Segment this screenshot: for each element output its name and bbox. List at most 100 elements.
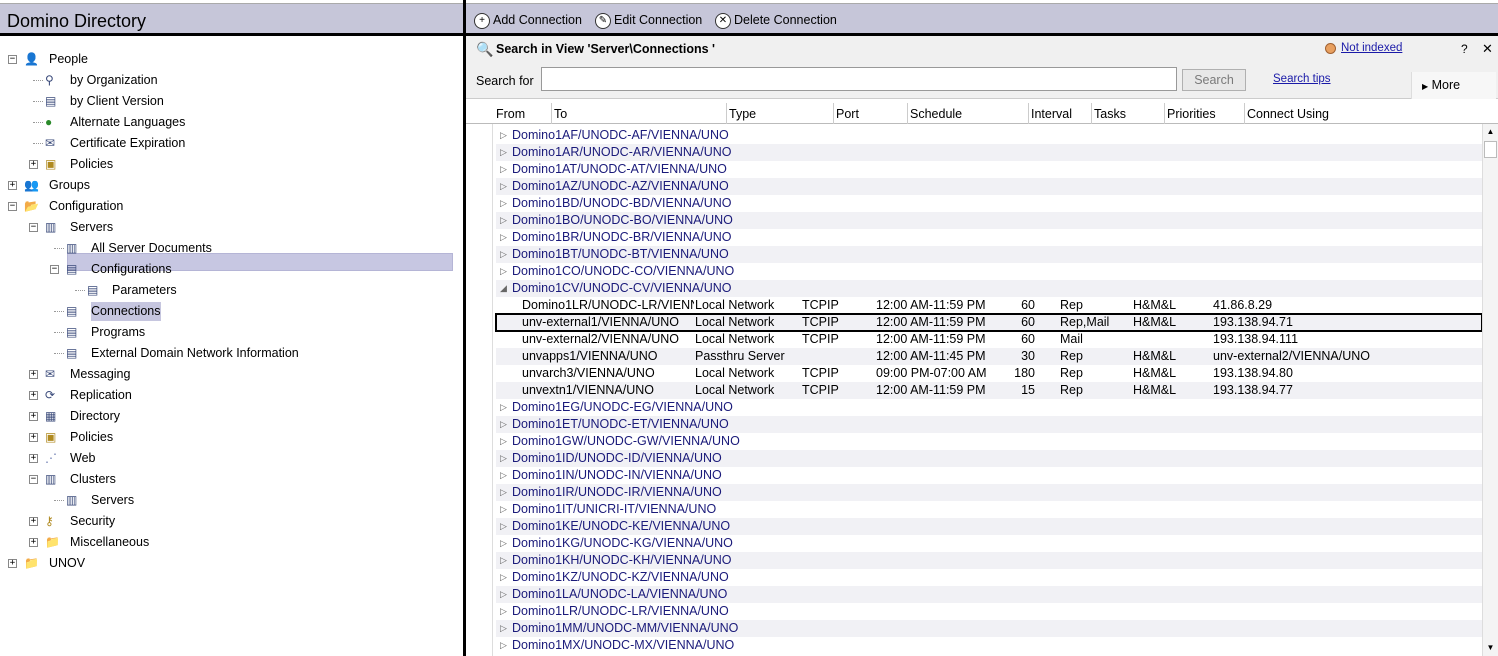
category-row[interactable]: ▷ Domino1GW/UNODC-GW/VIENNA/UNO xyxy=(496,433,1482,450)
close-search-button[interactable]: ✕ xyxy=(1482,41,1493,57)
expand-twistie-icon[interactable]: ▷ xyxy=(500,229,507,246)
expand-twistie-icon[interactable]: ▷ xyxy=(500,620,507,637)
not-indexed-link[interactable]: Not indexed xyxy=(1341,42,1402,54)
column-header-interval[interactable]: Interval xyxy=(1029,103,1092,124)
expand-icon[interactable]: + xyxy=(29,517,38,526)
expand-twistie-icon[interactable]: ▷ xyxy=(500,535,507,552)
expand-twistie-icon[interactable]: ▷ xyxy=(500,246,507,263)
expand-icon[interactable]: + xyxy=(8,559,17,568)
tree-item-people[interactable]: − 👤 People xyxy=(0,50,460,69)
category-row[interactable]: ▷ Domino1IR/UNODC-IR/VIENNA/UNO xyxy=(496,484,1482,501)
expand-twistie-icon[interactable]: ▷ xyxy=(500,637,507,654)
collapse-icon[interactable]: − xyxy=(8,202,17,211)
tree-item-groups[interactable]: + 👥 Groups xyxy=(0,176,460,195)
collapse-icon[interactable]: − xyxy=(29,223,38,232)
scroll-up-icon[interactable]: ▲ xyxy=(1483,124,1498,140)
collapse-twistie-icon[interactable]: ◢ xyxy=(500,280,507,297)
tree-item-external-domain[interactable]: ▤ External Domain Network Information xyxy=(0,344,460,363)
tree-item-connections[interactable]: ▤ Connections xyxy=(0,302,460,321)
help-button[interactable]: ? xyxy=(1461,42,1468,56)
table-row[interactable]: unvextn1/VIENNA/UNO Local Network TCPIP 12:… xyxy=(496,382,1482,399)
tree-item-web[interactable]: + ⋰ Web xyxy=(0,449,460,468)
expand-icon[interactable]: + xyxy=(29,433,38,442)
expand-twistie-icon[interactable]: ▷ xyxy=(500,195,507,212)
more-options-button[interactable]: ▶ More xyxy=(1411,72,1496,99)
category-row[interactable]: ▷ Domino1LA/UNODC-LA/VIENNA/UNO xyxy=(496,586,1482,603)
column-header-from[interactable]: From xyxy=(494,103,552,124)
search-tips-link[interactable]: Search tips xyxy=(1273,73,1331,85)
expand-twistie-icon[interactable]: ▷ xyxy=(500,603,507,620)
column-header-to[interactable]: To xyxy=(552,103,727,124)
tree-item-parameters[interactable]: ▤ Parameters xyxy=(0,281,460,300)
category-row[interactable]: ▷ Domino1ET/UNODC-ET/VIENNA/UNO xyxy=(496,416,1482,433)
tree-item-servers[interactable]: − ▥ Servers xyxy=(0,218,460,237)
category-row[interactable]: ▷ Domino1KG/UNODC-KG/VIENNA/UNO xyxy=(496,535,1482,552)
category-row[interactable]: ▷ Domino1BO/UNODC-BO/VIENNA/UNO xyxy=(496,212,1482,229)
expand-twistie-icon[interactable]: ▷ xyxy=(500,518,507,535)
table-row[interactable]: unvarch3/VIENNA/UNO Local Network TCPIP 09:… xyxy=(496,365,1482,382)
expand-twistie-icon[interactable]: ▷ xyxy=(500,433,507,450)
table-row[interactable]: Domino1LR/UNODC-LR/VIENNA/UNOLocal Netwo… xyxy=(496,297,1482,314)
expand-twistie-icon[interactable]: ▷ xyxy=(500,586,507,603)
tree-item-configuration[interactable]: − 📂 Configuration xyxy=(0,197,460,216)
category-row[interactable]: ▷ Domino1IN/UNODC-IN/VIENNA/UNO xyxy=(496,467,1482,484)
expand-twistie-icon[interactable]: ▷ xyxy=(500,178,507,195)
expand-twistie-icon[interactable]: ▷ xyxy=(500,416,507,433)
column-header-type[interactable]: Type xyxy=(727,103,834,124)
category-row[interactable]: ▷ Domino1ID/UNODC-ID/VIENNA/UNO xyxy=(496,450,1482,467)
expand-twistie-icon[interactable]: ▷ xyxy=(500,399,507,416)
tree-item-all-server-documents[interactable]: ▥ All Server Documents xyxy=(0,239,460,258)
tree-item-security[interactable]: + ⚷ Security xyxy=(0,512,460,531)
tree-item-people-policies[interactable]: + ▣ Policies xyxy=(0,155,460,174)
category-row[interactable]: ▷ Domino1IT/UNICRI-IT/VIENNA/UNO xyxy=(496,501,1482,518)
expand-icon[interactable]: + xyxy=(29,370,38,379)
table-row[interactable]: unv-external1/VIENNA/UNO Local Network TCP… xyxy=(495,313,1482,332)
tree-item-programs[interactable]: ▤ Programs xyxy=(0,323,460,342)
expand-icon[interactable]: + xyxy=(29,391,38,400)
tree-item-certificate-expiration[interactable]: ✉ Certificate Expiration xyxy=(0,134,460,153)
scroll-down-icon[interactable]: ▼ xyxy=(1483,640,1498,656)
expand-twistie-icon[interactable]: ▷ xyxy=(500,263,507,280)
collapse-icon[interactable]: − xyxy=(29,475,38,484)
tree-item-clusters[interactable]: − ▥ Clusters xyxy=(0,470,460,489)
expand-twistie-icon[interactable]: ▷ xyxy=(500,161,507,178)
expand-twistie-icon[interactable]: ▷ xyxy=(500,127,507,144)
expand-twistie-icon[interactable]: ▷ xyxy=(500,569,507,586)
column-header-port[interactable]: Port xyxy=(834,103,908,124)
expand-twistie-icon[interactable]: ▷ xyxy=(500,467,507,484)
tree-item-directory[interactable]: + ▦ Directory xyxy=(0,407,460,426)
collapse-icon[interactable]: − xyxy=(50,265,59,274)
search-button[interactable]: Search xyxy=(1182,69,1246,91)
column-header-schedule[interactable]: Schedule xyxy=(908,103,1029,124)
tree-item-config-policies[interactable]: + ▣ Policies xyxy=(0,428,460,447)
tree-item-cluster-servers[interactable]: ▥ Servers xyxy=(0,491,460,510)
edit-connection-button[interactable]: ✎ Edit Connection xyxy=(595,10,702,30)
tree-item-unov[interactable]: + 📁 UNOV xyxy=(0,554,460,573)
tree-item-configurations[interactable]: − ▤ Configurations xyxy=(0,260,460,279)
expand-twistie-icon[interactable]: ▷ xyxy=(500,484,507,501)
tree-item-by-organization[interactable]: ⚲ by Organization xyxy=(0,71,460,90)
table-row[interactable]: unvapps1/VIENNA/UNO Passthru Server 12:00 … xyxy=(496,348,1482,365)
tree-item-alternate-languages[interactable]: ● Alternate Languages xyxy=(0,113,460,132)
category-row[interactable]: ▷ Domino1EG/UNODC-EG/VIENNA/UNO xyxy=(496,399,1482,416)
column-header-priorities[interactable]: Priorities xyxy=(1165,103,1245,124)
category-row[interactable]: ▷ Domino1MM/UNODC-MM/VIENNA/UNO xyxy=(496,620,1482,637)
category-row[interactable]: ▷ Domino1BT/UNODC-BT/VIENNA/UNO xyxy=(496,246,1482,263)
tree-item-miscellaneous[interactable]: + 📁 Miscellaneous xyxy=(0,533,460,552)
tree-item-replication[interactable]: + ⟳ Replication xyxy=(0,386,460,405)
expand-icon[interactable]: + xyxy=(29,412,38,421)
category-row[interactable]: ▷ Domino1BR/UNODC-BR/VIENNA/UNO xyxy=(496,229,1482,246)
category-row[interactable]: ▷ Domino1AF/UNODC-AF/VIENNA/UNO xyxy=(496,127,1482,144)
expand-twistie-icon[interactable]: ▷ xyxy=(500,501,507,518)
category-row[interactable]: ▷ Domino1KH/UNODC-KH/VIENNA/UNO xyxy=(496,552,1482,569)
vertical-scrollbar[interactable]: ▲ ▼ xyxy=(1482,124,1498,656)
category-row[interactable]: ▷ Domino1MX/UNODC-MX/VIENNA/UNO xyxy=(496,637,1482,654)
category-row[interactable]: ▷ Domino1LR/UNODC-LR/VIENNA/UNO xyxy=(496,603,1482,620)
column-header-tasks[interactable]: Tasks xyxy=(1092,103,1165,124)
category-row[interactable]: ▷ Domino1CO/UNODC-CO/VIENNA/UNO xyxy=(496,263,1482,280)
expand-icon[interactable]: + xyxy=(29,160,38,169)
expand-twistie-icon[interactable]: ▷ xyxy=(500,552,507,569)
category-row[interactable]: ▷ Domino1AT/UNODC-AT/VIENNA/UNO xyxy=(496,161,1482,178)
expand-twistie-icon[interactable]: ▷ xyxy=(500,144,507,161)
tree-item-by-client-version[interactable]: ▤ by Client Version xyxy=(0,92,460,111)
